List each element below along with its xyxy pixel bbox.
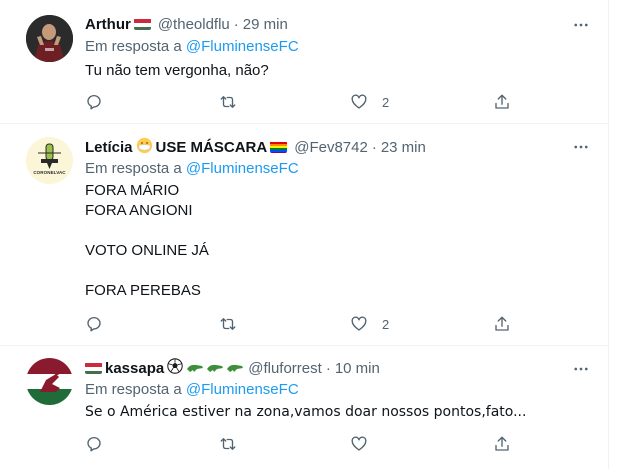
share-icon xyxy=(495,94,509,109)
tweet-text: FORA MÁRIO FORA ANGIONI VOTO ONLINE JÁ F… xyxy=(85,182,209,299)
retweet-icon xyxy=(220,318,236,330)
tweet-text: Tu não tem vergonha, não? xyxy=(85,62,269,79)
tweet-item[interactable]: kassapa @fluforrest · 10 min Em resposta… xyxy=(0,346,609,469)
separator-dot: · xyxy=(325,359,331,377)
reply-mention-link[interactable]: @FluminenseFC xyxy=(186,38,299,55)
avatar[interactable]: CORONELVAC xyxy=(26,137,73,184)
more-horizontal-icon xyxy=(574,367,588,371)
tweet-header: kassapa @fluforrest · 10 min xyxy=(85,358,380,378)
retweet-button[interactable] xyxy=(219,314,251,334)
avatar-caption: CORONELVAC xyxy=(33,170,66,175)
heart-icon xyxy=(351,436,367,451)
reply-prefix: Em resposta a xyxy=(85,381,182,398)
timestamp[interactable]: 10 min xyxy=(335,360,380,377)
tweet-header: Letícia USE MÁSCARA @Fev8742 · 23 min xyxy=(85,137,426,157)
reply-context: Em resposta a @FluminenseFC xyxy=(85,38,299,55)
tweet-feed: Arthur @theoldflu · 29 min Em resposta a… xyxy=(0,0,609,469)
tweet-actions: 2 xyxy=(85,314,515,334)
tweet-actions: 2 xyxy=(85,92,515,112)
display-name[interactable]: Letícia xyxy=(85,139,133,156)
heart-icon xyxy=(351,94,367,109)
display-name[interactable]: Arthur xyxy=(85,16,131,33)
avatar[interactable] xyxy=(26,358,73,405)
reply-mention-link[interactable]: @FluminenseFC xyxy=(186,381,299,398)
separator-dot: · xyxy=(371,138,377,156)
share-button[interactable] xyxy=(493,314,525,334)
reply-mention-link[interactable]: @FluminenseFC xyxy=(186,160,299,177)
more-horizontal-icon xyxy=(574,145,588,149)
reply-button[interactable] xyxy=(85,434,117,454)
hungary-flag-icon xyxy=(133,18,151,30)
hungary-flag-icon xyxy=(85,362,102,374)
share-button[interactable] xyxy=(493,434,525,454)
user-handle[interactable]: @Fev8742 xyxy=(294,139,368,156)
heart-icon xyxy=(351,316,367,331)
separator-dot: · xyxy=(233,15,239,33)
timestamp[interactable]: 23 min xyxy=(381,139,426,156)
user-handle[interactable]: @fluforrest xyxy=(248,360,322,377)
display-name[interactable]: kassapa xyxy=(105,360,164,377)
avatar[interactable] xyxy=(26,15,73,62)
share-button[interactable] xyxy=(493,92,525,112)
reply-prefix: Em resposta a xyxy=(85,38,182,55)
retweet-button[interactable] xyxy=(219,92,251,112)
tweet-header: Arthur @theoldflu · 29 min xyxy=(85,14,288,34)
reply-button[interactable] xyxy=(85,314,117,334)
retweet-icon xyxy=(220,438,236,450)
reply-bubble-icon xyxy=(87,316,101,332)
like-button[interactable] xyxy=(350,434,382,454)
crocodile-emoji-icon xyxy=(186,360,244,377)
share-icon xyxy=(495,436,509,451)
tweet-item[interactable]: CORONELVAC Letícia USE MÁSCARA @Fev8742 … xyxy=(0,124,609,346)
reply-bubble-icon xyxy=(87,436,101,452)
like-count: 2 xyxy=(382,316,390,332)
reply-button[interactable] xyxy=(85,92,117,112)
tweet-item[interactable]: Arthur @theoldflu · 29 min Em resposta a… xyxy=(0,0,609,124)
more-options-button[interactable] xyxy=(572,16,590,34)
reply-context: Em resposta a @FluminenseFC xyxy=(85,381,299,398)
share-icon xyxy=(495,316,509,331)
reply-bubble-icon xyxy=(87,94,101,110)
reply-context: Em resposta a @FluminenseFC xyxy=(85,160,299,177)
tweet-text: Se o América estiver na zona,vamos doar … xyxy=(85,404,527,420)
user-handle[interactable]: @theoldflu xyxy=(158,16,230,33)
like-button[interactable]: 2 xyxy=(350,314,389,334)
retweet-button[interactable] xyxy=(219,434,251,454)
display-name-suffix[interactable]: USE MÁSCARA xyxy=(156,139,268,156)
more-options-button[interactable] xyxy=(572,138,590,156)
timestamp[interactable]: 29 min xyxy=(243,16,288,33)
soccer-ball-icon xyxy=(167,358,183,378)
like-button[interactable]: 2 xyxy=(350,92,389,112)
like-count: 2 xyxy=(382,94,390,110)
retweet-icon xyxy=(220,96,236,108)
more-options-button[interactable] xyxy=(572,360,590,378)
rainbow-flag-icon xyxy=(270,141,288,153)
tweet-actions xyxy=(85,434,515,454)
more-horizontal-icon xyxy=(574,23,588,27)
reply-prefix: Em resposta a xyxy=(85,160,182,177)
face-mask-emoji-icon xyxy=(136,137,153,158)
